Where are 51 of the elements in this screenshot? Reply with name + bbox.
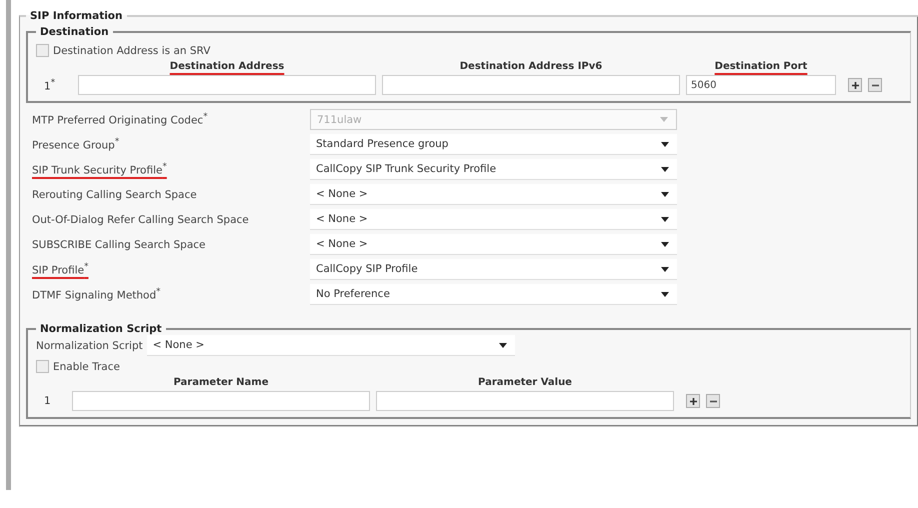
group-title: Destination xyxy=(39,26,110,38)
checkbox[interactable] xyxy=(36,360,49,373)
field-label: SIP Trunk Security Profile$^{*}$ xyxy=(32,162,167,177)
input-field[interactable]: 5060 xyxy=(686,75,836,95)
group-title: Normalization Script xyxy=(39,323,163,335)
field-label: MTP Preferred Originating Codec$^{*}$ xyxy=(32,112,209,127)
dropdown-arrow-icon xyxy=(660,117,668,122)
column-header: Destination Address xyxy=(170,61,284,72)
checkbox[interactable] xyxy=(36,44,49,57)
column-header: Parameter Value xyxy=(477,377,573,388)
dropdown[interactable]: < None > xyxy=(310,184,677,205)
checkbox-label: Enable Trace xyxy=(53,360,120,372)
dropdown[interactable]: < None > xyxy=(310,234,677,255)
dropdown[interactable]: No Preference xyxy=(310,284,677,305)
column-header: Destination Address IPv6 xyxy=(458,61,604,72)
row-number: 1$^{*}$ xyxy=(43,78,56,92)
dropdown-arrow-icon xyxy=(661,216,669,222)
field-label: SIP Profile$^{*}$ xyxy=(32,262,88,277)
dropdown-arrow-icon xyxy=(661,142,669,146)
dropdown[interactable]: CallCopy SIP Profile xyxy=(310,259,677,280)
section-title: SIP Information xyxy=(29,10,124,22)
dropdown[interactable]: CallCopy SIP Trunk Security Profile xyxy=(310,159,677,180)
field-label: Normalization Script xyxy=(36,340,143,352)
plus-icon xyxy=(850,80,860,90)
add-button[interactable] xyxy=(686,394,700,408)
field-label: Presence Group$^{*}$ xyxy=(32,137,120,152)
row-number: 1 xyxy=(43,395,52,407)
plus-icon xyxy=(688,396,698,406)
field-label: DTMF Signaling Method$^{*}$ xyxy=(32,287,162,302)
field-label: Out-Of-Dialog Refer Calling Search Space xyxy=(32,214,250,226)
field-label: SUBSCRIBE Calling Search Space xyxy=(32,238,207,250)
dropdown-arrow-icon xyxy=(661,266,669,272)
dropdown-arrow-icon xyxy=(661,192,669,196)
dropdown[interactable]: Standard Presence group xyxy=(310,134,677,155)
checkbox-label: Destination Address is an SRV xyxy=(53,44,210,56)
remove-button[interactable] xyxy=(706,394,720,408)
remove-button[interactable] xyxy=(868,78,882,92)
dropdown[interactable]: < None > xyxy=(310,209,677,230)
dropdown-arrow-icon xyxy=(661,166,669,172)
input-field[interactable] xyxy=(376,391,674,411)
dropdown-arrow-icon xyxy=(661,292,669,296)
input-field[interactable] xyxy=(72,391,370,411)
dropdown-arrow-icon xyxy=(661,242,669,246)
column-header: Destination Port xyxy=(714,61,808,72)
dropdown-arrow-icon xyxy=(498,342,507,348)
field-label: Rerouting Calling Search Space xyxy=(32,188,198,200)
input-field[interactable] xyxy=(382,75,680,95)
input-field[interactable] xyxy=(78,75,376,95)
dropdown[interactable]: < None > xyxy=(146,335,515,356)
column-header: Parameter Name xyxy=(172,377,270,388)
add-button[interactable] xyxy=(848,78,862,92)
